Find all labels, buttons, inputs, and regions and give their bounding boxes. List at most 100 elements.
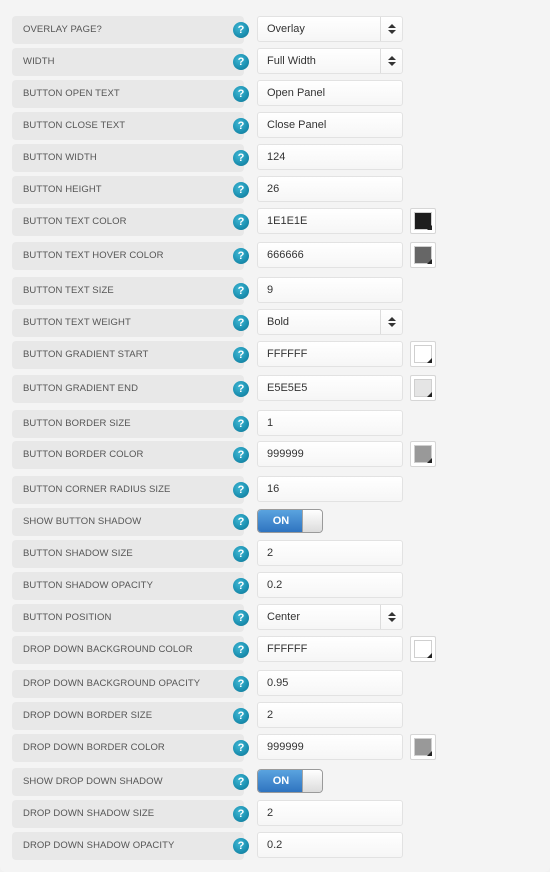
setting-label-box: DROP DOWN SHADOW OPACITY? (12, 832, 249, 860)
setting-label: BUTTON BORDER COLOR (23, 449, 144, 460)
input-dropdown-shadow-opacity[interactable]: 0.2 (257, 832, 403, 858)
input-button-border-size[interactable]: 1 (257, 410, 403, 436)
setting-label-box: BUTTON TEXT SIZE? (12, 277, 249, 305)
input-button-width[interactable]: 124 (257, 144, 403, 170)
color-swatch-button[interactable] (410, 208, 436, 234)
setting-label-box: BUTTON CORNER RADIUS SIZE? (12, 476, 249, 504)
help-icon[interactable]: ? (233, 214, 249, 230)
help-icon[interactable]: ? (233, 676, 249, 692)
setting-label-box: SHOW DROP DOWN SHADOW? (12, 768, 249, 796)
input-dropdown-border-color[interactable]: 999999 (257, 734, 403, 760)
toggle-knob (302, 510, 322, 532)
help-icon[interactable]: ? (233, 118, 249, 134)
color-swatch-button[interactable] (410, 636, 436, 662)
setting-label: BUTTON GRADIENT END (23, 383, 139, 394)
help-icon[interactable]: ? (233, 315, 249, 331)
setting-label: OVERLAY PAGE? (23, 24, 102, 35)
toggle-knob (302, 770, 322, 792)
input-button-open-text[interactable]: Open Panel (257, 80, 403, 106)
help-icon[interactable]: ? (233, 182, 249, 198)
setting-label-box: BUTTON GRADIENT END? (12, 375, 249, 403)
help-icon[interactable]: ? (233, 150, 249, 166)
help-icon[interactable]: ? (233, 482, 249, 498)
color-swatch-button[interactable] (410, 441, 436, 467)
setting-label: WIDTH (23, 56, 55, 67)
color-swatch-button[interactable] (410, 375, 436, 401)
color-swatch (414, 640, 432, 658)
input-button-gradient-start[interactable]: FFFFFF (257, 341, 403, 367)
setting-label: BUTTON TEXT WEIGHT (23, 317, 131, 328)
toggle-show-button-shadow[interactable]: ON (257, 509, 323, 533)
help-icon[interactable]: ? (233, 546, 249, 562)
help-icon[interactable]: ? (233, 838, 249, 854)
input-button-text-color[interactable]: 1E1E1E (257, 208, 403, 234)
select-width[interactable]: Full Width (257, 48, 403, 74)
help-icon[interactable]: ? (233, 283, 249, 299)
setting-label: BUTTON BORDER SIZE (23, 418, 131, 429)
setting-label-box: BUTTON CLOSE TEXT? (12, 112, 249, 140)
help-icon[interactable]: ? (233, 806, 249, 822)
color-swatch (414, 246, 432, 264)
help-icon[interactable]: ? (233, 514, 249, 530)
setting-label-box: OVERLAY PAGE?? (12, 16, 249, 44)
setting-label-box: BUTTON OPEN TEXT? (12, 80, 249, 108)
setting-label: DROP DOWN BORDER COLOR (23, 742, 165, 753)
input-button-border-color[interactable]: 999999 (257, 441, 403, 467)
select-overlay-page[interactable]: Overlay (257, 16, 403, 42)
help-icon[interactable]: ? (233, 578, 249, 594)
help-icon[interactable]: ? (233, 86, 249, 102)
input-dropdown-background-color[interactable]: FFFFFF (257, 636, 403, 662)
input-dropdown-shadow-size[interactable]: 2 (257, 800, 403, 826)
setting-label-box: BUTTON TEXT HOVER COLOR? (12, 242, 249, 270)
setting-label: BUTTON OPEN TEXT (23, 88, 120, 99)
select-value: Overlay (267, 23, 305, 35)
toggle-show-dropdown-shadow[interactable]: ON (257, 769, 323, 793)
help-icon[interactable]: ? (233, 774, 249, 790)
help-icon[interactable]: ? (233, 447, 249, 463)
setting-label-box: BUTTON WIDTH? (12, 144, 249, 172)
color-swatch-button[interactable] (410, 734, 436, 760)
input-dropdown-background-opacity[interactable]: 0.95 (257, 670, 403, 696)
setting-label: DROP DOWN BORDER SIZE (23, 710, 153, 721)
color-swatch (414, 445, 432, 463)
color-swatch (414, 738, 432, 756)
setting-label-box: BUTTON TEXT WEIGHT? (12, 309, 249, 337)
input-dropdown-border-size[interactable]: 2 (257, 702, 403, 728)
input-button-close-text[interactable]: Close Panel (257, 112, 403, 138)
help-icon[interactable]: ? (233, 347, 249, 363)
help-icon[interactable]: ? (233, 381, 249, 397)
help-icon[interactable]: ? (233, 642, 249, 658)
chevron-up-down-icon (380, 17, 402, 41)
setting-label-box: BUTTON TEXT COLOR? (12, 208, 249, 236)
setting-label: BUTTON GRADIENT START (23, 349, 149, 360)
chevron-up-down-icon (380, 310, 402, 334)
select-button-position[interactable]: Center (257, 604, 403, 630)
color-swatch (414, 345, 432, 363)
help-icon[interactable]: ? (233, 740, 249, 756)
color-swatch-button[interactable] (410, 242, 436, 268)
setting-label: SHOW DROP DOWN SHADOW (23, 776, 163, 787)
input-button-shadow-size[interactable]: 2 (257, 540, 403, 566)
input-button-corner-radius[interactable]: 16 (257, 476, 403, 502)
setting-label-box: DROP DOWN BORDER COLOR? (12, 734, 249, 762)
setting-label-box: DROP DOWN SHADOW SIZE? (12, 800, 249, 828)
setting-label-box: DROP DOWN BACKGROUND OPACITY? (12, 670, 249, 698)
color-swatch-button[interactable] (410, 341, 436, 367)
input-button-shadow-opacity[interactable]: 0.2 (257, 572, 403, 598)
input-button-text-size[interactable]: 9 (257, 277, 403, 303)
help-icon[interactable]: ? (233, 708, 249, 724)
help-icon[interactable]: ? (233, 610, 249, 626)
setting-label-box: BUTTON BORDER SIZE? (12, 410, 249, 438)
setting-label-box: BUTTON SHADOW SIZE? (12, 540, 249, 568)
setting-label-box: WIDTH? (12, 48, 249, 76)
input-button-height[interactable]: 26 (257, 176, 403, 202)
select-button-text-weight[interactable]: Bold (257, 309, 403, 335)
help-icon[interactable]: ? (233, 54, 249, 70)
input-button-gradient-end[interactable]: E5E5E5 (257, 375, 403, 401)
setting-label: DROP DOWN BACKGROUND COLOR (23, 644, 193, 655)
help-icon[interactable]: ? (233, 248, 249, 264)
help-icon[interactable]: ? (233, 416, 249, 432)
input-button-text-hover-color[interactable]: 666666 (257, 242, 403, 268)
help-icon[interactable]: ? (233, 22, 249, 38)
chevron-up-down-icon (380, 605, 402, 629)
